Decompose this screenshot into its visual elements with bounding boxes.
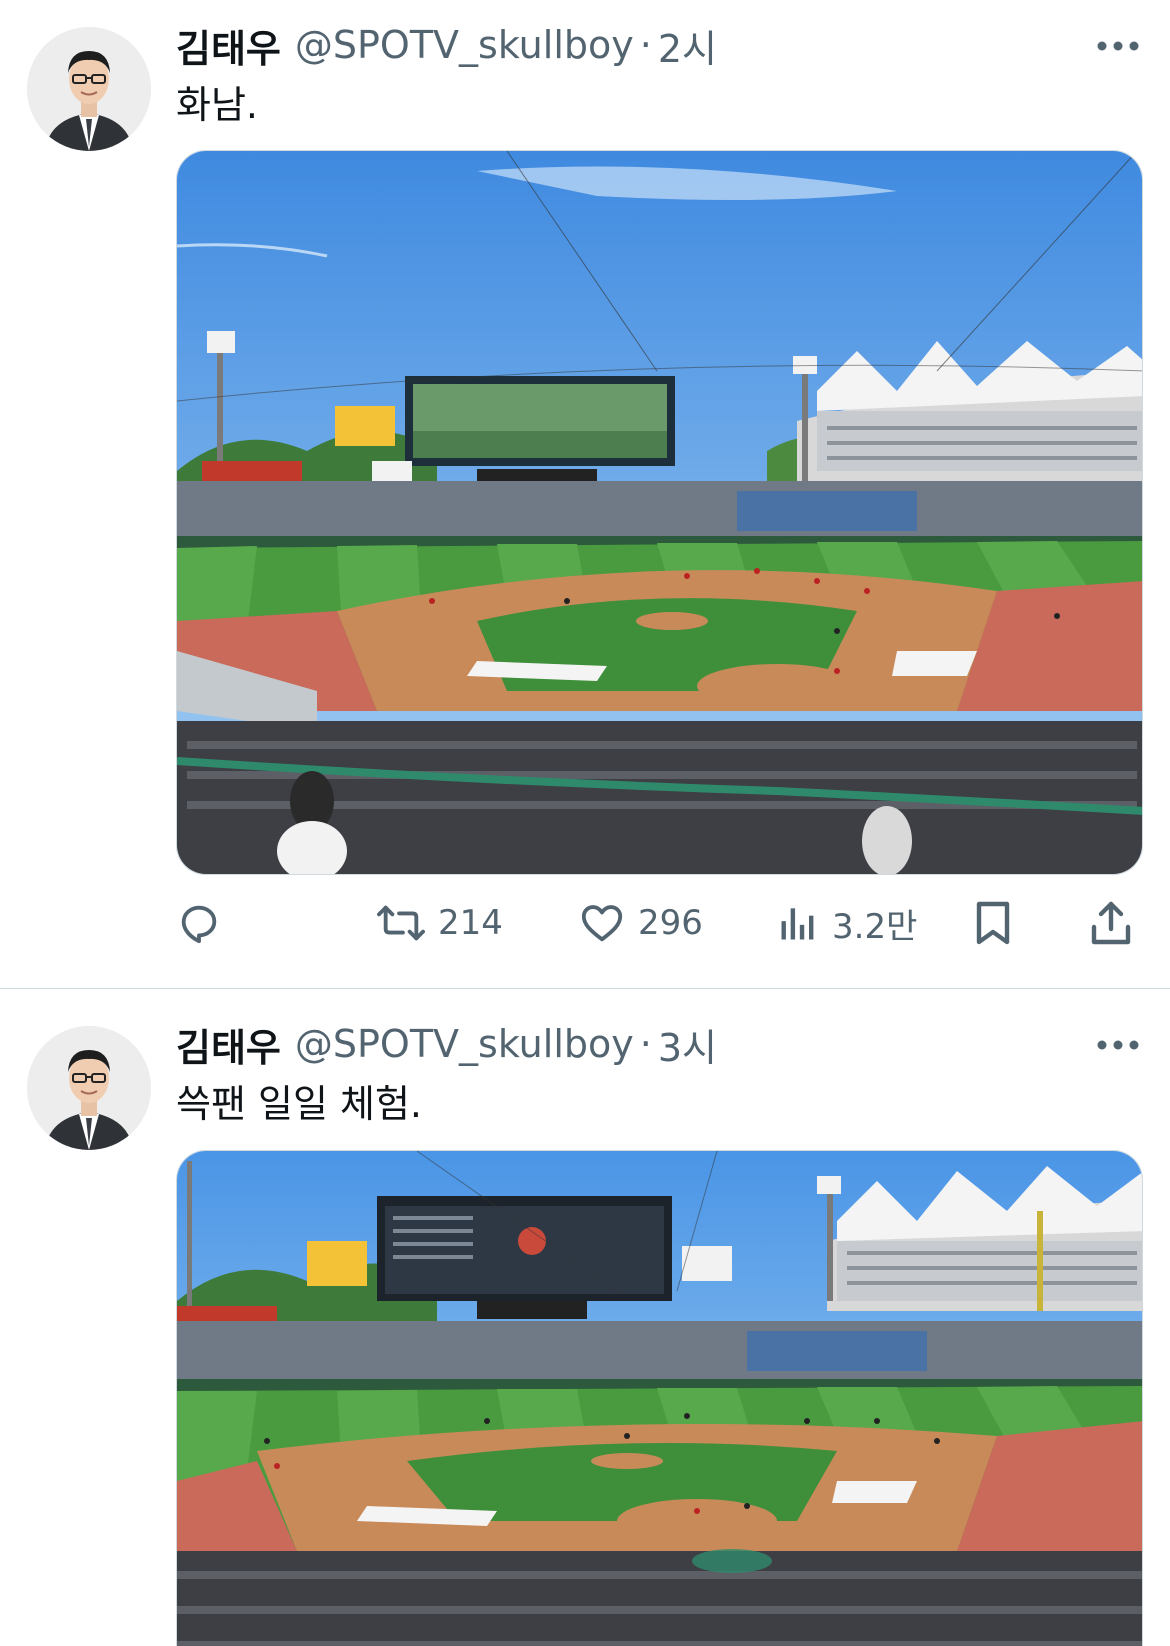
views-button[interactable]: 3.2만 [776,893,917,953]
avatar[interactable] [27,1026,151,1150]
timestamp[interactable]: 3시 [658,1017,717,1072]
more-options-button[interactable] [1090,26,1146,66]
tweet-image[interactable] [176,1150,1143,1646]
share-icon [1091,901,1131,945]
tweet-image[interactable] [176,150,1143,875]
author-name[interactable]: 김태우 [176,18,281,73]
author-handle[interactable]: @SPOTV_skullboy [295,23,634,67]
avatar[interactable] [27,27,151,151]
separator-dot: · [639,1022,652,1066]
retweet-button[interactable]: 214 [376,893,503,953]
tweet-text: 쓱팬 일일 체험. [176,1082,422,1126]
reply-icon [181,905,217,944]
share-button[interactable] [1089,893,1133,953]
reply-button[interactable] [176,893,222,953]
tweet-1[interactable]: 김태우 @SPOTV_skullboy · 2시 화남. 214 296 3.2… [0,0,1170,947]
bookmark-button[interactable] [972,893,1014,953]
retweet-icon [377,905,425,941]
tweet-header: 김태우 @SPOTV_skullboy · 3시 [176,1017,717,1072]
tweet-divider [0,988,1170,989]
views-count: 3.2만 [832,906,918,947]
views-chart-icon [781,908,814,940]
tweet-header: 김태우 @SPOTV_skullboy · 2시 [176,18,717,73]
heart-icon [581,905,623,942]
tweet-2[interactable]: 김태우 @SPOTV_skullboy · 3시 쓱팬 일일 체험. [0,1000,1170,1646]
author-handle[interactable]: @SPOTV_skullboy [295,1022,634,1066]
tweet-text: 화남. [176,83,258,127]
like-count: 296 [638,903,703,943]
retweet-count: 214 [438,903,503,943]
like-button[interactable]: 296 [578,893,703,953]
separator-dot: · [639,23,652,67]
more-options-button[interactable] [1090,1025,1146,1065]
bookmark-icon [976,901,1010,945]
more-horizontal-icon [1097,41,1139,51]
author-name[interactable]: 김태우 [176,1017,281,1072]
timestamp[interactable]: 2시 [658,18,717,73]
more-horizontal-icon [1097,1040,1139,1050]
tweet-actions: 214 296 3.2만 [176,893,1143,953]
